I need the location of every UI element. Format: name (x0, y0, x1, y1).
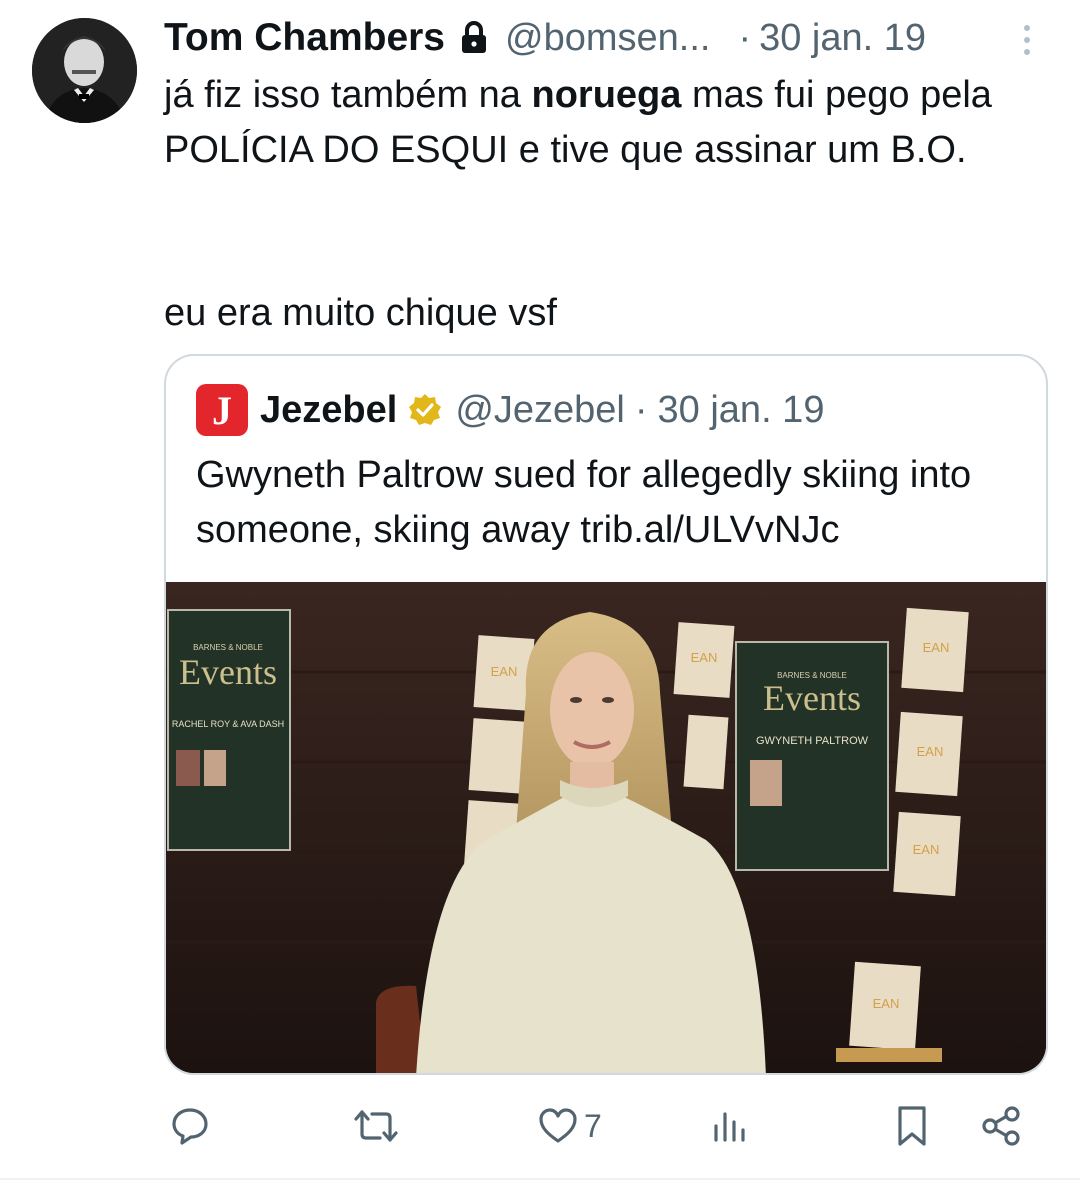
divider (0, 1178, 1080, 1180)
reply-icon (172, 1108, 208, 1145)
tweet-text: já fiz isso também na noruega mas fui pe… (164, 68, 1044, 178)
verified-badge-icon (407, 392, 443, 428)
svg-text:Events: Events (763, 678, 861, 718)
more-options-icon[interactable] (1014, 20, 1040, 60)
tweet-date[interactable]: 30 jan. 19 (759, 17, 926, 60)
svg-text:RACHEL ROY & AVA DASH: RACHEL ROY & AVA DASH (172, 719, 284, 729)
left-event-sign: BARNES & NOBLE Events RACHEL ROY & AVA D… (167, 609, 291, 851)
tweet-text-part: já fiz isso também na (164, 74, 532, 116)
tweet-text-second-paragraph: eu era muito chique vsf (164, 292, 557, 334)
tweet-actions: 7 (0, 1090, 1080, 1170)
bookmark-button[interactable] (890, 1104, 934, 1148)
jezebel-logo-letter: J (212, 387, 232, 433)
heart-icon (539, 1108, 577, 1143)
svg-text:EAN: EAN (491, 664, 518, 679)
svg-text:EAN: EAN (873, 996, 900, 1011)
quoted-author-name[interactable]: Jezebel (260, 389, 397, 432)
separator-dot: · (738, 16, 752, 59)
quoted-tweet[interactable]: J Jezebel @Jezebel · 30 jan. 19 Gwyneth … (164, 354, 1048, 1075)
svg-text:EAN: EAN (923, 640, 950, 655)
like-button[interactable]: 7 (536, 1104, 602, 1148)
svg-text:Events: Events (179, 652, 277, 692)
tweet-header: Tom Chambers @bomsen... · 30 jan. 19 (164, 14, 926, 62)
quoted-tweet-photo[interactable]: BARNES & NOBLE Events RACHEL ROY & AVA D… (166, 582, 1046, 1073)
svg-text:GWYNETH PALTROW: GWYNETH PALTROW (756, 735, 869, 747)
svg-text:BARNES & NOBLE: BARNES & NOBLE (193, 643, 263, 652)
svg-text:EAN: EAN (917, 744, 944, 759)
share-icon (982, 1106, 1020, 1146)
quoted-tweet-date[interactable]: 30 jan. 19 (658, 389, 825, 432)
author-avatar[interactable] (32, 18, 137, 123)
retweet-icon (354, 1110, 398, 1142)
quoted-tweet-text: Gwyneth Paltrow sued for allegedly skiin… (196, 454, 972, 551)
like-count: 7 (584, 1107, 602, 1144)
share-button[interactable] (980, 1104, 1024, 1148)
views-button[interactable] (708, 1104, 752, 1148)
quoted-separator-dot: · (634, 388, 648, 431)
quoted-author-handle[interactable]: @Jezebel (455, 389, 625, 432)
svg-text:EAN: EAN (691, 650, 718, 665)
tweet-text-bold: noruega (531, 74, 682, 116)
views-chart-icon (714, 1112, 745, 1142)
reply-button[interactable] (168, 1104, 212, 1148)
jezebel-avatar[interactable]: J (196, 384, 248, 436)
author-name[interactable]: Tom Chambers (164, 16, 445, 60)
svg-text:EAN: EAN (913, 842, 940, 857)
quoted-tweet-header: J Jezebel @Jezebel · 30 jan. 19 (196, 384, 824, 436)
bookmark-icon (898, 1106, 926, 1146)
lock-icon (459, 20, 489, 56)
retweet-button[interactable] (352, 1104, 400, 1148)
tweet[interactable]: Tom Chambers @bomsen... · 30 jan. 19 já … (0, 0, 1080, 1185)
center-event-sign: BARNES & NOBLE Events GWYNETH PALTROW (735, 641, 889, 871)
author-handle[interactable]: @bomsen... (505, 17, 710, 60)
